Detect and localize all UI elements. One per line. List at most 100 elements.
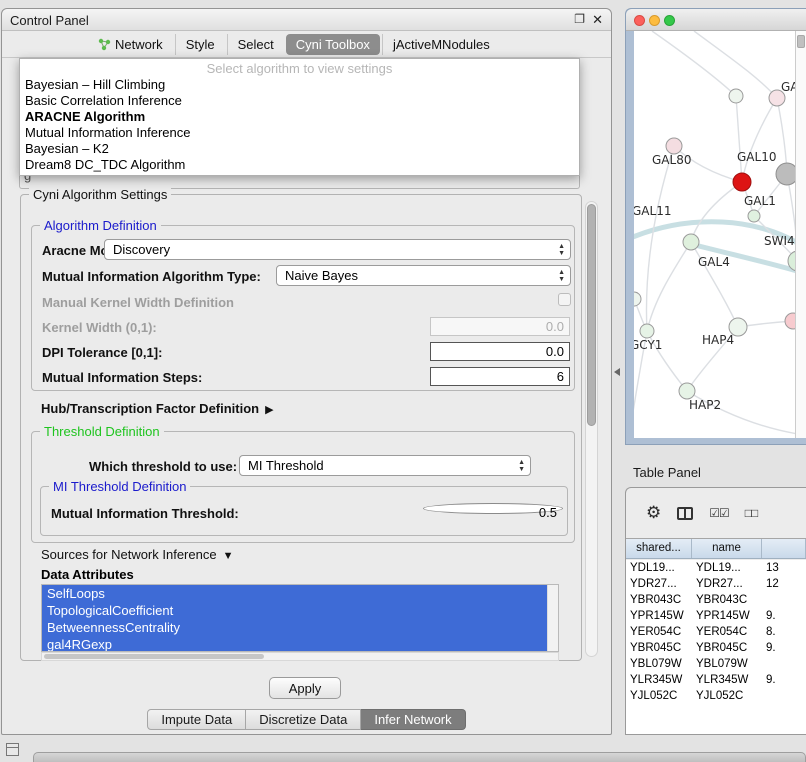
tab-impute-data[interactable]: Impute Data (147, 709, 246, 730)
list-item[interactable]: TopologicalCoefficient (42, 602, 547, 619)
dropdown-item[interactable]: Bayesian – Hill Climbing (20, 77, 579, 93)
settings-scrollbar[interactable] (585, 201, 598, 657)
table-cell[interactable]: YLR345W (692, 672, 762, 688)
manual-kernel-checkbox[interactable] (558, 293, 571, 306)
scrollbar-thumb[interactable] (587, 204, 596, 426)
table-cell[interactable]: YDL19... (626, 560, 692, 576)
list-item[interactable]: BetweennessCentrality (42, 619, 547, 636)
scrollbar-thumb[interactable] (797, 35, 805, 48)
network-node[interactable] (776, 163, 796, 185)
tab-style[interactable]: Style (175, 34, 225, 55)
table-row[interactable]: YPR145WYPR145W9. (626, 608, 806, 624)
table-cell[interactable]: 8. (762, 624, 806, 640)
list-vertical-scrollbar[interactable] (547, 585, 558, 651)
table-cell[interactable]: YBR043C (692, 592, 762, 608)
table-cell[interactable]: YBR045C (692, 640, 762, 656)
float-window-icon[interactable]: ❐ (574, 12, 585, 26)
table-cell[interactable]: YDR27... (626, 576, 692, 592)
dropdown-item[interactable]: Dream8 DC_TDC Algorithm (20, 157, 579, 173)
list-item[interactable]: gal4RGexp (42, 636, 547, 652)
column-header[interactable] (762, 539, 806, 558)
tab-cyni-toolbox[interactable]: Cyni Toolbox (286, 34, 380, 55)
mi-threshold-field[interactable]: 0.5 (423, 503, 563, 514)
network-edge[interactable] (691, 182, 742, 242)
table-cell[interactable]: 9. (762, 640, 806, 656)
dpi-tolerance-field[interactable]: 0.0 (430, 342, 570, 361)
dropdown-item[interactable]: Bayesian – K2 (20, 141, 579, 157)
sources-section-toggle[interactable]: Sources for Network Inference▼ (41, 547, 233, 562)
zoom-button[interactable] (664, 15, 675, 26)
network-edge[interactable] (652, 31, 736, 96)
which-threshold-select[interactable]: MI Threshold (239, 455, 531, 476)
network-node[interactable] (679, 383, 695, 399)
column-header[interactable]: shared... (626, 539, 692, 558)
table-cell[interactable]: YLR345W (626, 672, 692, 688)
scrollbar-thumb[interactable] (44, 654, 264, 659)
network-edge[interactable] (694, 31, 777, 98)
table-cell[interactable]: 12 (762, 576, 806, 592)
minimize-button[interactable] (649, 15, 660, 26)
network-edge[interactable] (646, 146, 674, 331)
network-edge[interactable] (742, 98, 777, 182)
mi-steps-field[interactable]: 6 (430, 367, 570, 386)
table-cell[interactable]: 9. (762, 608, 806, 624)
table-cell[interactable] (762, 688, 806, 704)
table-row[interactable]: YBL079WYBL079W (626, 656, 806, 672)
table-cell[interactable]: YJL052C (692, 688, 762, 704)
table-cell[interactable]: YBL079W (692, 656, 762, 672)
mi-algo-type-select[interactable]: Naive Bayes (276, 265, 571, 286)
network-canvas[interactable]: GALGAL80GAL10GAL11GAL1GAL4SWI4GCY1HAP4HA… (634, 31, 796, 438)
tab-discretize-data[interactable]: Discretize Data (246, 709, 361, 730)
table-row[interactable]: YBR045CYBR045C9. (626, 640, 806, 656)
list-item[interactable]: SelfLoops (42, 585, 547, 602)
table-row[interactable]: YER054CYER054C8. (626, 624, 806, 640)
network-edge[interactable] (736, 96, 742, 182)
table-cell[interactable]: YER054C (692, 624, 762, 640)
network-node[interactable] (640, 324, 654, 338)
table-cell[interactable]: 13 (762, 560, 806, 576)
network-edge[interactable] (647, 242, 691, 331)
column-header[interactable]: name (692, 539, 762, 558)
dropdown-item[interactable]: ARACNE Algorithm (20, 109, 579, 125)
kernel-width-field[interactable]: 0.0 (430, 317, 570, 336)
tab-select[interactable]: Select (227, 34, 284, 55)
table-row[interactable]: YDL19...YDL19...13 (626, 560, 806, 576)
close-button[interactable] (634, 15, 645, 26)
network-node[interactable] (733, 173, 751, 191)
table-cell[interactable]: YPR145W (692, 608, 762, 624)
network-node[interactable] (729, 89, 743, 103)
table-cell[interactable]: YBR045C (626, 640, 692, 656)
table-row[interactable]: YLR345WYLR345W9. (626, 672, 806, 688)
gear-icon[interactable]: ⚙ (646, 504, 661, 522)
table-cell[interactable] (762, 592, 806, 608)
table-cell[interactable]: YPR145W (626, 608, 692, 624)
hub-section-toggle[interactable]: Hub/Transcription Factor Definition▶ (41, 401, 274, 416)
select-all-icon[interactable]: ☑☑ (709, 506, 729, 520)
dropdown-item[interactable]: Mutual Information Inference (20, 125, 579, 141)
table-cell[interactable]: YBL079W (626, 656, 692, 672)
network-vertical-scrollbar[interactable] (795, 31, 806, 438)
apply-button[interactable]: Apply (269, 677, 341, 699)
table-row[interactable]: YDR27...YDR27...12 (626, 576, 806, 592)
list-horizontal-scrollbar[interactable] (41, 652, 559, 661)
minimized-panel-icon[interactable] (6, 743, 19, 756)
table-row[interactable]: YJL052CYJL052C (626, 688, 806, 704)
table-row[interactable]: YBR043CYBR043C (626, 592, 806, 608)
tab-jactivemnodules[interactable]: jActiveMNodules (382, 34, 500, 55)
table-cell[interactable] (762, 656, 806, 672)
aracne-mode-select[interactable]: Discovery (104, 239, 571, 260)
close-icon[interactable]: ✕ (592, 12, 603, 28)
table-cell[interactable]: 9. (762, 672, 806, 688)
table-cell[interactable]: YER054C (626, 624, 692, 640)
table-cell[interactable]: YDR27... (692, 576, 762, 592)
tab-network[interactable]: Network (88, 34, 173, 55)
tab-infer-network[interactable]: Infer Network (361, 709, 465, 730)
network-svg[interactable]: GALGAL80GAL10GAL11GAL1GAL4SWI4GCY1HAP4HA… (634, 31, 796, 438)
column-browser-icon[interactable] (677, 507, 693, 520)
table-cell[interactable]: YDL19... (692, 560, 762, 576)
table-cell[interactable]: YJL052C (626, 688, 692, 704)
network-node[interactable] (666, 138, 682, 154)
table-cell[interactable]: YBR043C (626, 592, 692, 608)
network-node[interactable] (683, 234, 699, 250)
dropdown-item[interactable]: Basic Correlation Inference (20, 93, 579, 109)
